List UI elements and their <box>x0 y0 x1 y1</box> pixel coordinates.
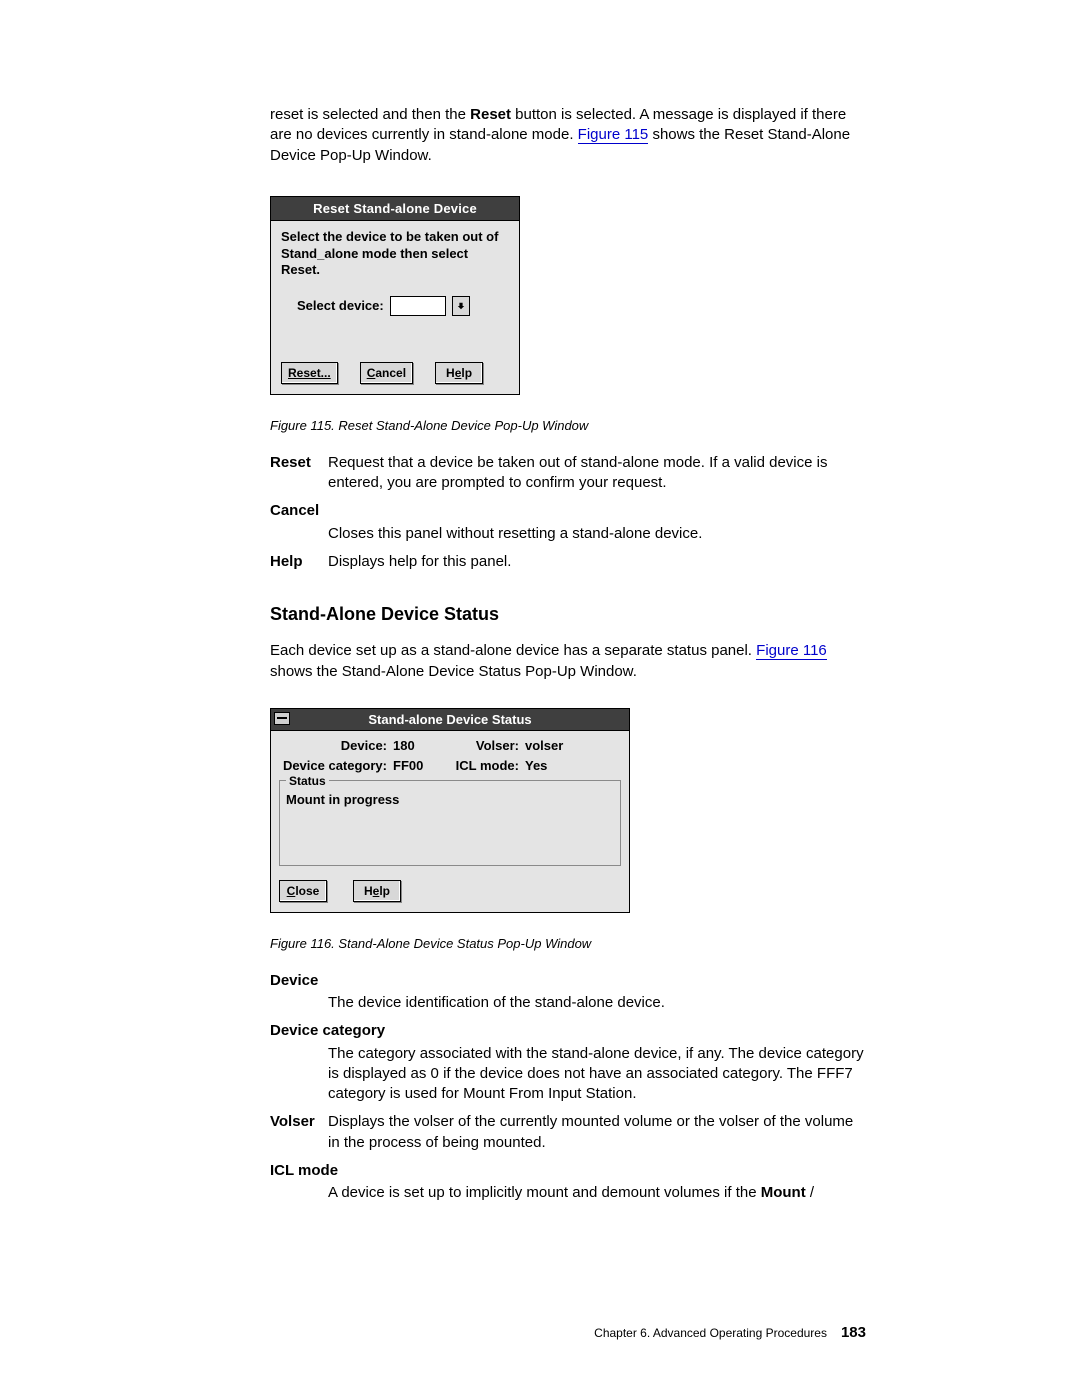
standalone-device-status-dialog: Stand-alone Device Status Device: 180 Vo… <box>270 708 630 913</box>
section-heading: Stand-Alone Device Status <box>270 602 866 626</box>
def-desc-device: The device identification of the stand-a… <box>270 993 866 1013</box>
figure-116-caption: Figure 116. Stand-Alone Device Status Po… <box>270 935 866 953</box>
volser-value: volser <box>525 737 575 755</box>
def-desc-volser: Displays the volser of the currently mou… <box>328 1112 866 1153</box>
status-fieldset: Status Mount in progress <box>279 780 621 866</box>
text: Each device set up as a stand-alone devi… <box>270 642 756 659</box>
dialog-titlebar: Reset Stand-alone Device <box>271 197 519 222</box>
def-desc-help: Displays help for this panel. <box>328 552 866 572</box>
device-category-value: FF00 <box>393 757 437 775</box>
intro-paragraph: reset is selected and then the Reset but… <box>270 105 866 166</box>
figure-116-link[interactable]: Figure 116 <box>756 642 827 660</box>
figure-115-link[interactable]: Figure 115 <box>578 126 649 144</box>
section-paragraph: Each device set up as a stand-alone devi… <box>270 641 866 682</box>
figure-115-caption: Figure 115. Reset Stand-Alone Device Pop… <box>270 417 866 435</box>
reset-button[interactable]: Reset... <box>281 362 338 384</box>
select-device-dropdown-button[interactable] <box>452 296 470 316</box>
def-term-icl-mode: ICL mode <box>270 1161 866 1181</box>
help-button[interactable]: Help <box>435 362 483 384</box>
chevron-down-icon <box>457 297 465 315</box>
device-label: Device: <box>279 737 387 755</box>
status-legend: Status <box>286 773 329 789</box>
system-menu-icon[interactable] <box>274 712 290 725</box>
page-footer: Chapter 6. Advanced Operating Procedures… <box>594 1323 866 1343</box>
text: shows the Stand-Alone Device Status Pop-… <box>270 663 637 680</box>
icl-mode-value: Yes <box>525 757 575 775</box>
select-device-input[interactable] <box>390 296 446 316</box>
help-button[interactable]: Help <box>353 880 401 902</box>
dialog-instruction: Select the device to be taken out of Sta… <box>281 229 509 278</box>
icl-mode-label: ICL mode: <box>443 757 519 775</box>
select-device-label: Select device: <box>297 297 384 315</box>
dialog-titlebar: Stand-alone Device Status <box>271 709 629 732</box>
text: reset is selected and then the <box>270 106 470 123</box>
reset-standalone-device-dialog: Reset Stand-alone Device Select the devi… <box>270 196 520 395</box>
page-number: 183 <box>841 1323 866 1343</box>
status-text: Mount in progress <box>286 785 614 809</box>
chapter-label: Chapter 6. Advanced Operating Procedures <box>594 1325 827 1341</box>
def-term-cancel: Cancel <box>270 501 866 521</box>
volser-label: Volser: <box>443 737 519 755</box>
def-term-device-category: Device category <box>270 1021 866 1041</box>
def-term-reset: Reset <box>270 453 328 494</box>
def-desc-cancel: Closes this panel without resetting a st… <box>270 524 866 544</box>
def-desc-icl-mode: A device is set up to implicitly mount a… <box>270 1183 866 1203</box>
device-value: 180 <box>393 737 437 755</box>
close-button[interactable]: Close <box>279 880 327 902</box>
def-desc-reset: Request that a device be taken out of st… <box>328 453 866 494</box>
def-term-volser: Volser <box>270 1112 328 1153</box>
def-term-device: Device <box>270 971 866 991</box>
cancel-button[interactable]: Cancel <box>360 362 413 384</box>
def-desc-device-category: The category associated with the stand-a… <box>270 1044 866 1105</box>
device-category-label: Device category: <box>279 757 387 775</box>
text-bold: Reset <box>470 106 511 123</box>
def-term-help: Help <box>270 552 328 572</box>
